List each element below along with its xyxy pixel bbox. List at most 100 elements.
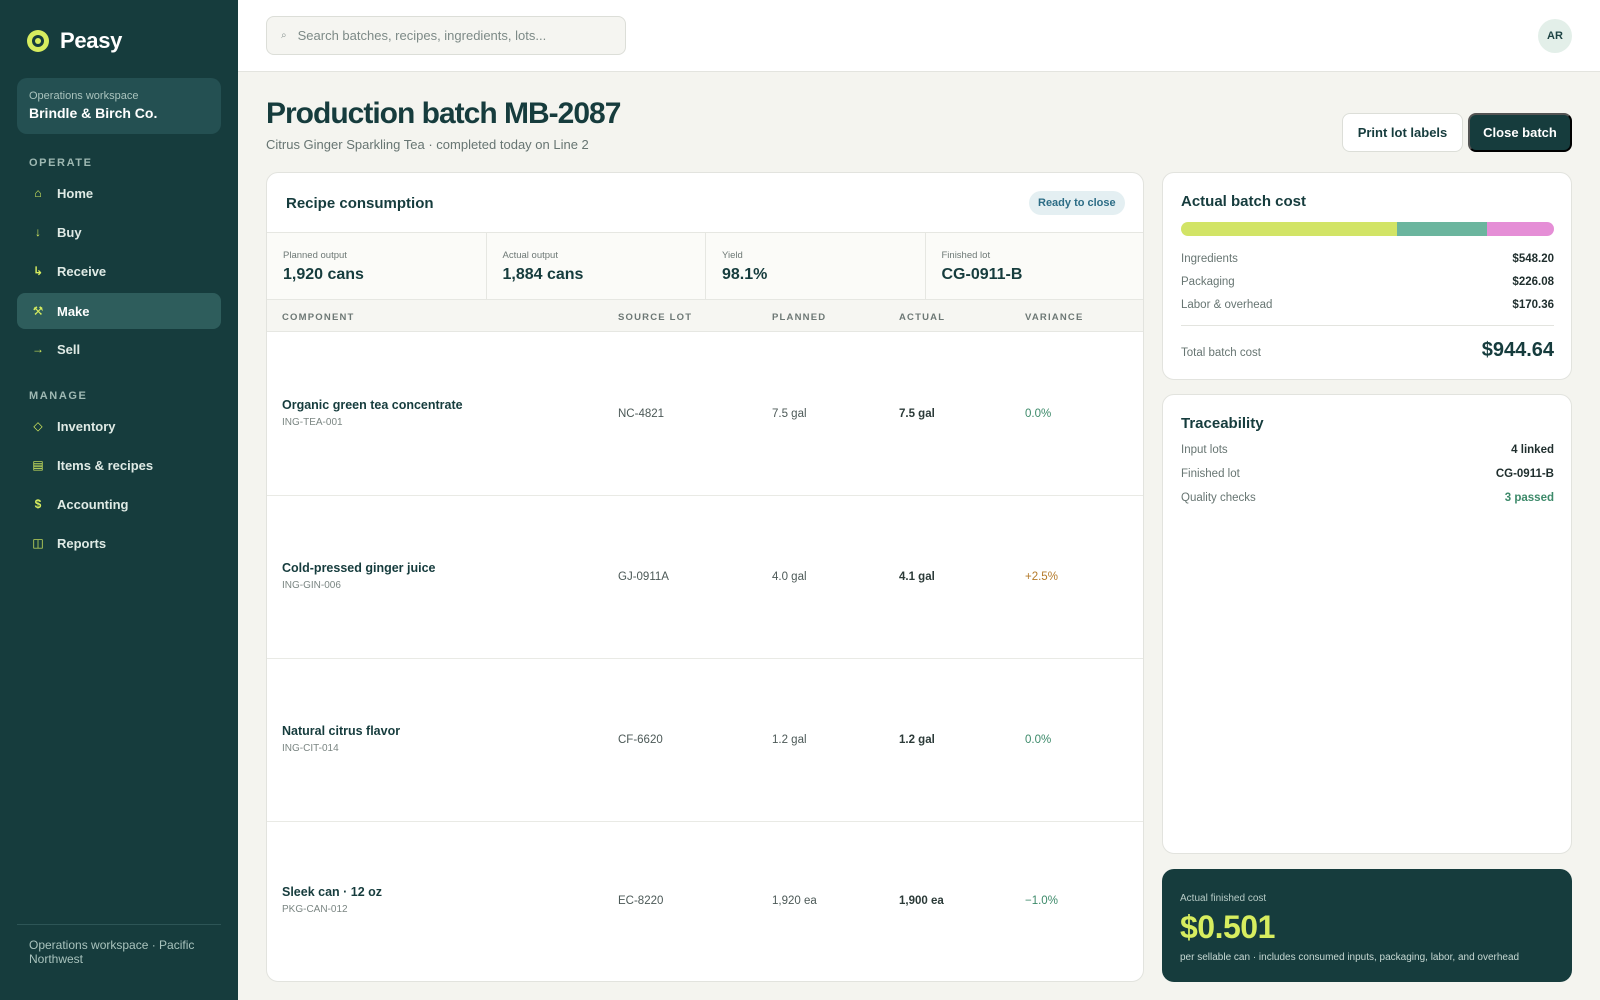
- component-name: Natural citrus flavor: [282, 724, 401, 738]
- card-title: Traceability: [1181, 415, 1264, 432]
- column-header-source-lot[interactable]: SOURCE LOT: [618, 312, 692, 323]
- kpi-finished-lot: Finished lot CG-0911-B: [926, 233, 1144, 299]
- sidebar-item-inventory[interactable]: ◇ Inventory: [17, 408, 221, 444]
- sidebar-item-sell[interactable]: → Sell: [17, 331, 221, 367]
- workspace-label: Operations workspace: [29, 90, 139, 102]
- kpi-label: Yield: [722, 250, 743, 261]
- table-row[interactable]: Natural citrus flavor ING-CIT-014 CF-662…: [267, 659, 1143, 822]
- kpi-label: Actual output: [502, 250, 558, 261]
- kpi-planned-output: Planned output 1,920 cans: [267, 233, 487, 299]
- search-icon: ⌕: [281, 30, 287, 41]
- cost-line-labor: Labor & overhead $170.36: [1181, 299, 1554, 311]
- component-name: Cold-pressed ginger juice: [282, 561, 436, 575]
- status-badge: Ready to close: [1029, 191, 1125, 215]
- sidebar-item-make[interactable]: ⚒ Make: [17, 293, 221, 329]
- sidebar-item-label: Inventory: [57, 418, 116, 434]
- trace-finished-lot[interactable]: Finished lot CG-0911-B: [1181, 468, 1554, 480]
- kpi-label: Planned output: [283, 250, 347, 261]
- cost-segment-labor: [1486, 222, 1554, 236]
- page-subtitle: Citrus Ginger Sparkling Tea · completed …: [266, 137, 589, 152]
- trace-value: 3 passed: [1504, 492, 1554, 504]
- nav-section-manage: MANAGE: [29, 390, 88, 402]
- columns-icon: ◫: [32, 536, 44, 550]
- sidebar-item-label: Sell: [57, 341, 81, 357]
- cost-label: Ingredients: [1181, 253, 1238, 265]
- kpi-value: 1,884 cans: [502, 266, 584, 283]
- actual-qty: 4.1 gal: [899, 571, 935, 583]
- sidebar-item-receive[interactable]: ↳ Receive: [17, 253, 221, 289]
- card-title: Recipe consumption: [286, 195, 434, 212]
- avatar[interactable]: AR: [1538, 19, 1572, 53]
- table-row[interactable]: Cold-pressed ginger juice ING-GIN-006 GJ…: [267, 496, 1143, 659]
- kpi-label: Finished lot: [941, 250, 991, 261]
- finished-cost-note: per sellable can · includes consumed inp…: [1180, 952, 1520, 963]
- close-batch-button[interactable]: Close batch: [1468, 113, 1572, 152]
- trace-quality-checks[interactable]: Quality checks 3 passed: [1181, 492, 1554, 504]
- trace-label: Finished lot: [1181, 468, 1240, 480]
- print-lot-labels-button[interactable]: Print lot labels: [1342, 113, 1463, 152]
- total-label: Total batch cost: [1181, 347, 1261, 359]
- search-placeholder: Search batches, recipes, ingredients, lo…: [297, 28, 547, 43]
- sidebar-item-label: Make: [57, 303, 90, 319]
- diamond-icon: ◇: [33, 419, 43, 433]
- list-icon: ▤: [32, 458, 44, 472]
- arrow-right-icon: →: [32, 342, 44, 356]
- cost-amount: $170.36: [1512, 299, 1554, 311]
- sidebar-item-label: Home: [57, 185, 94, 201]
- column-header-planned[interactable]: PLANNED: [772, 312, 826, 323]
- trace-input-lots[interactable]: Input lots 4 linked: [1181, 444, 1554, 456]
- workspace-switcher[interactable]: Operations workspace Brindle & Birch Co.: [17, 78, 221, 134]
- home-icon: ⌂: [34, 186, 42, 200]
- cost-amount: $548.20: [1512, 253, 1554, 265]
- cost-breakdown-bar: [1181, 222, 1554, 236]
- sidebar-item-label: Reports: [57, 535, 107, 551]
- table-row[interactable]: Organic green tea concentrate ING-TEA-00…: [267, 333, 1143, 496]
- actual-qty: 7.5 gal: [899, 408, 935, 420]
- table-row[interactable]: Sleek can · 12 oz PKG-CAN-012 EC-8220 1,…: [267, 822, 1143, 981]
- sidebar-item-buy[interactable]: ↓ Buy: [17, 214, 221, 250]
- cost-segment-packaging: [1397, 222, 1487, 236]
- brand[interactable]: Peasy: [27, 28, 122, 54]
- column-header-actual[interactable]: ACTUAL: [899, 312, 945, 323]
- total-value: $944.64: [1481, 339, 1554, 361]
- workspace-name: Brindle & Birch Co.: [29, 105, 158, 121]
- component-code: ING-CIT-014: [282, 743, 339, 754]
- variance: −1.0%: [1025, 895, 1058, 907]
- column-header-component[interactable]: COMPONENT: [282, 312, 355, 323]
- kpi-actual-output: Actual output 1,884 cans: [487, 233, 706, 299]
- component-name: Organic green tea concentrate: [282, 398, 463, 412]
- finished-cost-label: Actual finished cost: [1180, 893, 1267, 904]
- source-lot: NC-4821: [618, 408, 665, 420]
- sidebar-item-label: Receive: [57, 263, 107, 279]
- tools-icon: ⚒: [32, 304, 44, 318]
- finished-cost-value: $0.501: [1180, 909, 1275, 945]
- cost-line-packaging: Packaging $226.08: [1181, 276, 1554, 288]
- sidebar-footer: Operations workspace · Pacific Northwest: [17, 924, 221, 966]
- sidebar-item-accounting[interactable]: $ Accounting: [17, 486, 221, 522]
- batch-cost-card: Actual batch cost Ingredients $548.20 Pa…: [1162, 172, 1572, 380]
- component-code: ING-TEA-001: [282, 417, 343, 428]
- component-name: Sleek can · 12 oz: [282, 885, 383, 899]
- cost-amount: $226.08: [1512, 276, 1554, 288]
- kpi-value: 1,920 cans: [283, 266, 364, 283]
- variance: 0.0%: [1025, 408, 1052, 420]
- trace-label: Input lots: [1181, 444, 1228, 456]
- actual-qty: 1,900 ea: [899, 895, 944, 907]
- nav-section-operate: OPERATE: [29, 157, 93, 169]
- dollar-icon: $: [34, 497, 42, 511]
- search-input[interactable]: ⌕ Search batches, recipes, ingredients, …: [266, 16, 626, 55]
- cost-segment-ingredients: [1181, 222, 1398, 236]
- planned-qty: 1,920 ea: [772, 895, 817, 907]
- sidebar-item-home[interactable]: ⌂ Home: [17, 175, 221, 211]
- actual-qty: 1.2 gal: [899, 734, 935, 746]
- source-lot: GJ-0911A: [618, 571, 669, 583]
- column-header-variance[interactable]: VARIANCE: [1025, 312, 1084, 323]
- trace-value: CG-0911-B: [1495, 468, 1554, 480]
- kpi-value: 98.1%: [722, 266, 768, 283]
- sidebar-item-reports[interactable]: ◫ Reports: [17, 525, 221, 561]
- finished-cost-card: Actual finished cost $0.501 per sellable…: [1162, 869, 1572, 982]
- source-lot: CF-6620: [618, 734, 663, 746]
- component-code: PKG-CAN-012: [282, 904, 348, 915]
- sidebar-item-items-recipes[interactable]: ▤ Items & recipes: [17, 447, 221, 483]
- arrow-down-icon: ↓: [35, 225, 41, 239]
